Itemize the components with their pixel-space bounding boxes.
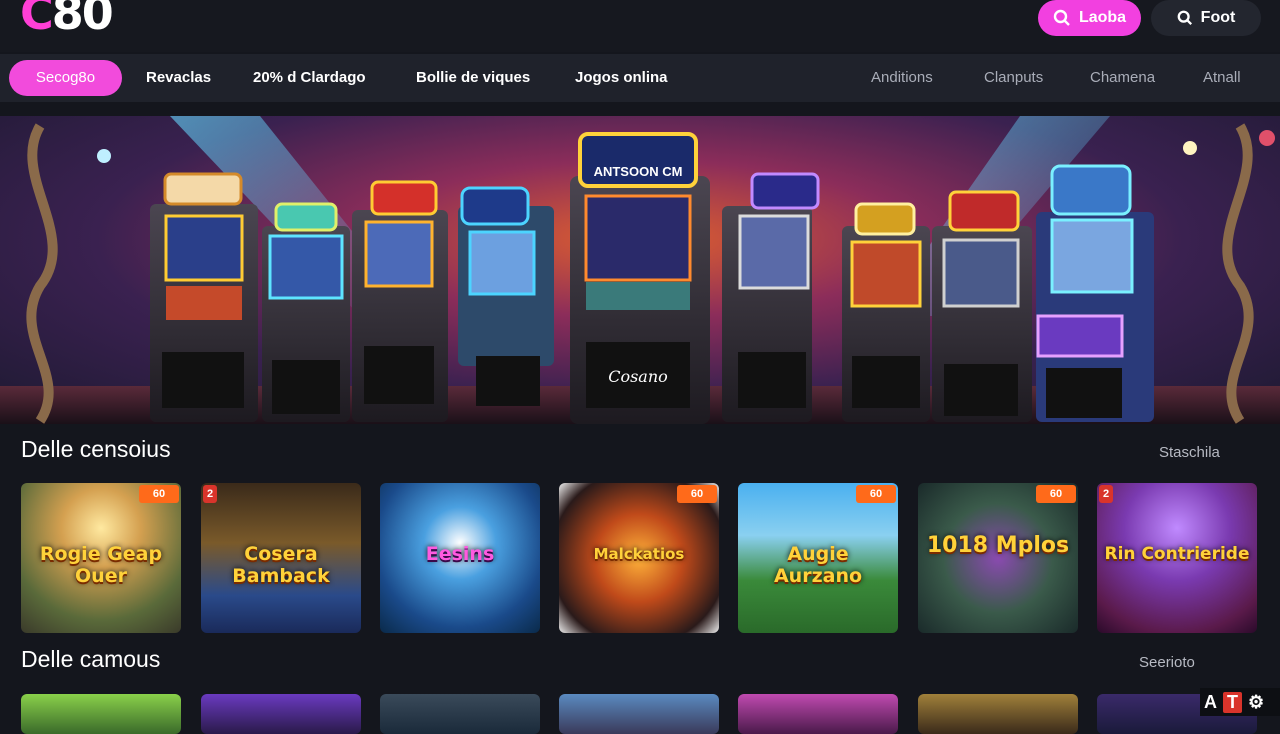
section-link-1[interactable]: Staschila bbox=[1159, 444, 1220, 461]
game-card[interactable] bbox=[380, 694, 540, 734]
translate-icon[interactable]: T bbox=[1223, 691, 1242, 713]
game-card[interactable]: 60 1018 Mplos bbox=[918, 483, 1078, 633]
nav-item-1[interactable]: Revaclas bbox=[146, 60, 211, 96]
nav-item-active[interactable]: Secog8o bbox=[9, 60, 122, 96]
nav-item-4[interactable]: Jogos onlina bbox=[575, 60, 668, 96]
game-title: 1018 Mplos bbox=[926, 533, 1070, 558]
game-badge: 2 bbox=[1099, 485, 1113, 503]
game-title: Rogie Geap Ouer bbox=[39, 543, 163, 587]
game-title: Malckatios bbox=[593, 545, 685, 563]
game-title: Cosera Bamback bbox=[232, 543, 330, 587]
game-card[interactable] bbox=[559, 694, 719, 734]
nav-item-right-2[interactable]: Clanputs bbox=[984, 60, 1043, 96]
game-badge: 60 bbox=[139, 485, 179, 503]
game-badge: 60 bbox=[677, 485, 717, 503]
center-marquee-text: ANTSOON CM bbox=[594, 164, 683, 179]
game-title: Eesins bbox=[425, 543, 495, 565]
login-button[interactable]: Laoba bbox=[1038, 0, 1141, 36]
nav-item-2[interactable]: 20% d Clardago bbox=[253, 60, 366, 96]
game-card[interactable]: 60 Rogie Geap Ouer bbox=[21, 483, 181, 633]
game-badge: 2 bbox=[203, 485, 217, 503]
search-label: Foot bbox=[1200, 9, 1236, 26]
game-card[interactable]: 2 Cosera Bamback bbox=[201, 483, 361, 633]
nav-item-3[interactable]: Bollie de viques bbox=[416, 60, 530, 96]
accessibility-widget[interactable]: A T ⚙ bbox=[1200, 688, 1280, 716]
game-title: Rin Contrieride bbox=[1104, 544, 1250, 564]
settings-icon[interactable]: ⚙ bbox=[1248, 692, 1264, 713]
font-size-icon[interactable]: A bbox=[1204, 692, 1217, 713]
game-card[interactable] bbox=[738, 694, 898, 734]
logo-number: 80 bbox=[51, 0, 114, 40]
search-icon bbox=[1053, 9, 1070, 26]
game-card[interactable]: 60 Augie Aurzano bbox=[738, 483, 898, 633]
section-title-1: Delle censoius bbox=[21, 436, 171, 462]
logo-letter: C bbox=[20, 0, 54, 40]
slot-machines-illustration: ANTSOON CM Cosano bbox=[0, 116, 1280, 424]
nav-item-right-4[interactable]: Atnall bbox=[1203, 60, 1241, 96]
game-card[interactable] bbox=[201, 694, 361, 734]
section-link-2[interactable]: Seerioto bbox=[1139, 654, 1195, 671]
search-icon bbox=[1177, 10, 1192, 26]
center-brand-text: Cosano bbox=[608, 367, 668, 386]
top-bar: C80 Laoba Foot bbox=[0, 0, 1280, 52]
game-card[interactable] bbox=[21, 694, 181, 734]
game-card[interactable]: Eesins bbox=[380, 483, 540, 633]
login-label: Laoba bbox=[1078, 9, 1127, 26]
game-card[interactable]: 2 Rin Contrieride bbox=[1097, 483, 1257, 633]
hero-banner[interactable]: ANTSOON CM Cosano bbox=[0, 116, 1280, 424]
nav-item-right-3[interactable]: Chamena bbox=[1090, 60, 1155, 96]
main-nav: Secog8o Revaclas 20% d Clardago Bollie d… bbox=[0, 54, 1280, 102]
site-logo[interactable]: C80 bbox=[20, 0, 114, 40]
game-badge: 60 bbox=[1036, 485, 1076, 503]
game-badge: 60 bbox=[856, 485, 896, 503]
nav-item-right-1[interactable]: Anditions bbox=[871, 60, 933, 96]
game-title: Augie Aurzano bbox=[773, 543, 863, 587]
game-card[interactable] bbox=[918, 694, 1078, 734]
section-title-2: Delle camous bbox=[21, 646, 161, 672]
game-card[interactable]: 60 Malckatios bbox=[559, 483, 719, 633]
search-button[interactable]: Foot bbox=[1151, 0, 1261, 36]
